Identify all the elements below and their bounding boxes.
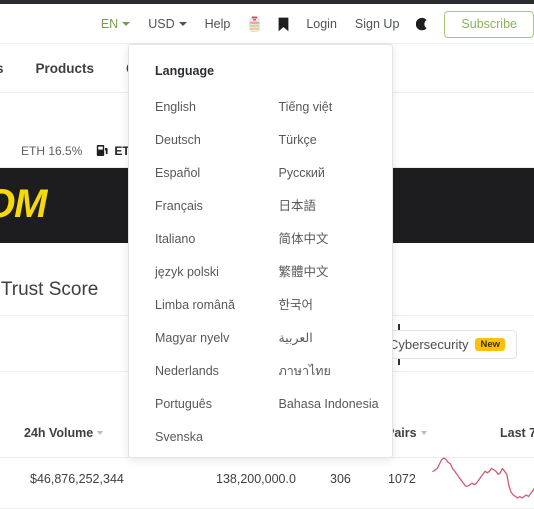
page-title: g by Trust Score — [0, 279, 99, 300]
language-option-right-2[interactable]: Русский — [279, 157, 395, 190]
language-option-right-5[interactable]: 繁體中文 — [279, 256, 395, 289]
column-header-last7[interactable]: Last 7 — [500, 426, 534, 440]
page-root: EN USD Help Login Sign Up Subscribe Prod… — [0, 0, 534, 509]
bookmark-button[interactable] — [270, 17, 297, 32]
language-dropdown-title: Language — [155, 64, 215, 78]
language-option-right-3[interactable]: 日本語 — [279, 190, 395, 223]
sparkline-chart — [432, 457, 534, 499]
language-column-right: Tiếng việt Türkçe Русский 日本語 简体中文 繁體中文 한국어 الع… — [262, 91, 395, 454]
language-dropdown-menu: Language English Deutsch Español Français It… — [128, 44, 393, 458]
language-option-left-1[interactable]: Deutsch — [155, 124, 262, 157]
help-label: Help — [204, 17, 231, 31]
currency-selector[interactable]: USD — [139, 17, 195, 31]
tab-cybersecurity-label: Cybersecurity — [388, 337, 469, 352]
language-selector[interactable]: EN — [92, 17, 139, 31]
signup-label: Sign Up — [354, 17, 400, 31]
piggy-bank-icon — [249, 16, 260, 32]
column-header-24h-volume[interactable]: 24h Volume — [24, 426, 104, 440]
language-option-right-7[interactable]: العربية — [279, 322, 395, 355]
subscribe-button[interactable]: Subscribe — [444, 10, 534, 38]
cell-24h-volume: $46,876,252,344 — [30, 472, 124, 486]
bookmark-icon — [278, 17, 289, 31]
column-header-last7-label: Last 7 — [500, 426, 534, 440]
language-option-left-5[interactable]: język polski — [155, 256, 262, 289]
utility-bar: EN USD Help Login Sign Up Subscribe — [0, 4, 534, 44]
language-option-right-4[interactable]: 简体中文 — [279, 223, 395, 256]
sort-caret-icon — [420, 431, 427, 435]
chevron-down-icon — [122, 22, 131, 26]
cell-pairs: 1072 — [388, 472, 416, 486]
ticker-item-eth-dominance: ETH 16.5% — [21, 143, 83, 158]
status-badge: New — [475, 337, 505, 352]
chevron-down-icon — [178, 22, 187, 26]
language-option-left-2[interactable]: Español — [155, 157, 262, 190]
language-option-left-8[interactable]: Nederlands — [155, 355, 262, 388]
language-option-right-6[interactable]: 한국어 — [279, 289, 395, 322]
nav-item-truncated[interactable]: s — [0, 61, 20, 76]
language-option-right-0[interactable]: Tiếng việt — [279, 91, 395, 124]
language-option-left-9[interactable]: Português — [155, 388, 262, 421]
column-header-24h-volume-label: 24h Volume — [24, 426, 94, 440]
moon-icon — [416, 17, 428, 30]
gas-pump-icon — [97, 145, 108, 156]
subscribe-label: Subscribe — [461, 17, 517, 31]
table-row[interactable]: $46,876,252,344 138,200,000.0 306 1072 — [0, 457, 534, 509]
language-selector-label: EN — [100, 17, 119, 31]
language-option-left-0[interactable]: English — [155, 91, 262, 124]
piggy-bank-button[interactable] — [239, 16, 270, 32]
nav-item-products[interactable]: Products — [20, 61, 111, 76]
language-option-right-1[interactable]: Türkçe — [279, 124, 395, 157]
language-option-right-9[interactable]: Bahasa Indonesia — [279, 388, 395, 421]
language-option-left-7[interactable]: Magyar nyelv — [155, 322, 262, 355]
language-option-left-10[interactable]: Svenska — [155, 421, 262, 454]
sort-caret-icon — [97, 431, 104, 435]
tab-cybersecurity[interactable]: Cybersecurity New — [376, 330, 517, 359]
cell-supply: 138,200,000.0 — [216, 472, 296, 486]
dark-mode-toggle[interactable] — [408, 17, 438, 32]
login-link[interactable]: Login — [297, 17, 346, 31]
language-option-left-3[interactable]: Français — [155, 190, 262, 223]
cell-coins: 306 — [330, 472, 351, 486]
language-option-left-6[interactable]: Limba română — [155, 289, 262, 322]
login-label: Login — [306, 17, 337, 31]
help-link[interactable]: Help — [196, 17, 240, 31]
signup-link[interactable]: Sign Up — [346, 17, 408, 31]
utility-bar-items: EN USD Help Login Sign Up Subscribe — [92, 4, 534, 44]
language-option-left-4[interactable]: Italiano — [155, 223, 262, 256]
language-option-right-8[interactable]: ภาษาไทย — [279, 355, 395, 388]
promo-banner-text: OM — [0, 182, 47, 226]
language-dropdown-columns: English Deutsch Español Français Italiano jęz… — [129, 91, 394, 454]
language-column-left: English Deutsch Español Français Italiano jęz… — [129, 91, 262, 454]
currency-selector-label: USD — [148, 17, 175, 31]
